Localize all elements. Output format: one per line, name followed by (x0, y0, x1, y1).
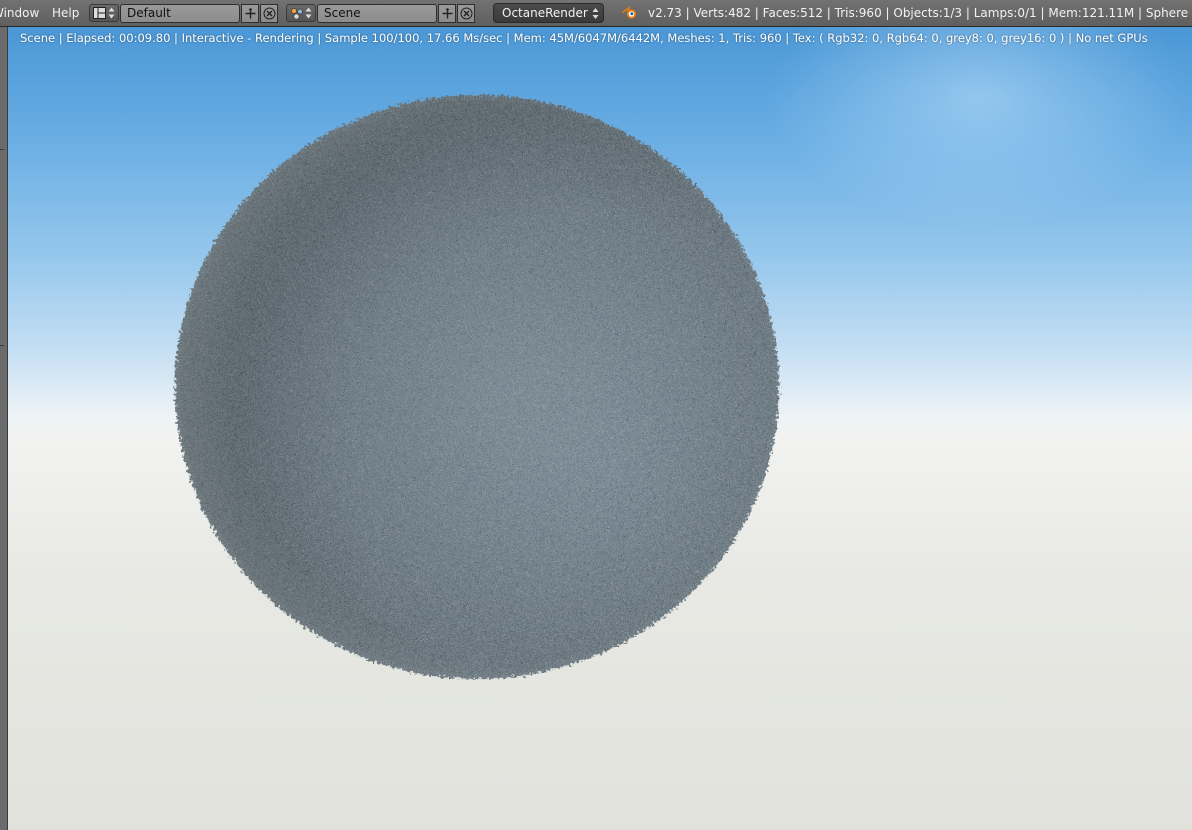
scene-icon (291, 8, 303, 20)
screen-layout-button[interactable] (89, 4, 119, 22)
render-engine-dropdown[interactable]: OctaneRender (493, 3, 604, 23)
scene-statistics: v2.73 | Verts:482 | Faces:512 | Tris:960… (648, 6, 1189, 20)
sky-glow (768, 27, 1188, 227)
up-down-arrows-icon (108, 7, 115, 19)
screen-layout-icon (93, 7, 106, 19)
add-screen-button[interactable] (241, 4, 259, 23)
menu-help[interactable]: Help (52, 6, 79, 21)
divider-mark (0, 345, 4, 346)
scene-name-field[interactable]: Scene (317, 4, 437, 23)
3d-viewport-render[interactable]: Scene | Elapsed: 00:09.80 | Interactive … (8, 27, 1192, 830)
add-scene-button[interactable] (438, 4, 456, 23)
blender-logo-icon (622, 6, 637, 19)
screen-layout-field[interactable]: Default (120, 4, 240, 23)
x-icon (263, 7, 276, 20)
render-engine-label: OctaneRender (502, 6, 588, 20)
info-header: Window Help Default (0, 0, 1192, 27)
delete-screen-button[interactable] (260, 4, 278, 23)
region-divider[interactable] (0, 27, 8, 830)
scene-browse-button[interactable] (286, 4, 316, 22)
render-status-text: Scene | Elapsed: 00:09.80 | Interactive … (20, 31, 1148, 45)
fur-sphere (174, 94, 780, 680)
plus-icon (245, 8, 256, 19)
plus-icon (442, 8, 453, 19)
up-down-arrows-icon (305, 7, 312, 19)
delete-scene-button[interactable] (457, 4, 475, 23)
divider-mark (0, 149, 4, 150)
menu-window[interactable]: Window (0, 6, 39, 21)
blender-window: Window Help Default (0, 0, 1192, 830)
x-icon (460, 7, 473, 20)
up-down-arrows-icon (592, 8, 599, 19)
